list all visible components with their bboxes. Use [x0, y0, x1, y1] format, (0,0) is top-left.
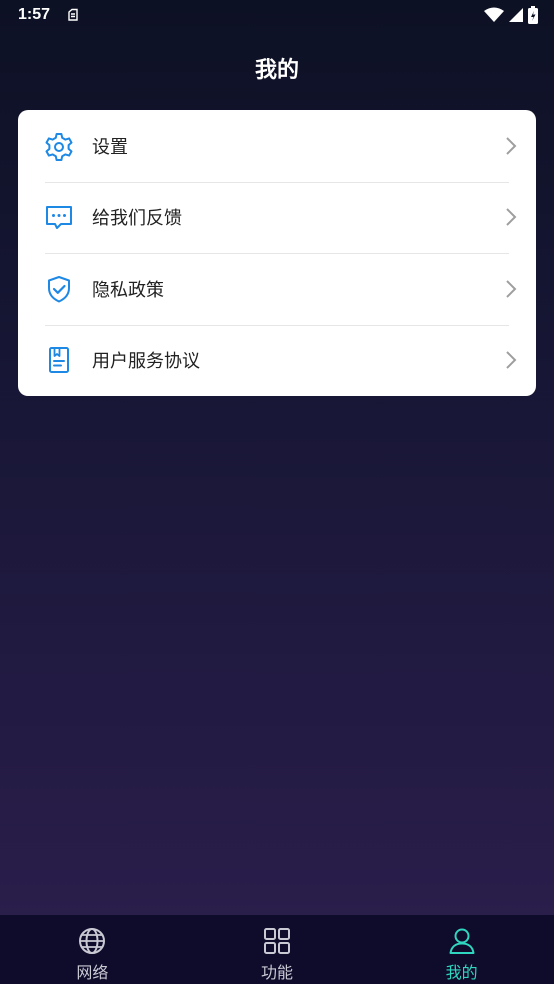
globe-icon — [77, 926, 107, 956]
chevron-right-icon — [504, 350, 518, 370]
status-icons — [484, 6, 538, 28]
menu-item-label: 给我们反馈 — [92, 208, 182, 230]
menu-item-settings[interactable]: 设置 — [18, 110, 536, 182]
tab-features[interactable]: 功能 — [185, 915, 370, 984]
signal-icon — [508, 7, 524, 27]
chevron-right-icon — [504, 136, 518, 156]
feedback-chat-icon — [44, 202, 74, 232]
menu-item-label: 用户服务协议 — [92, 351, 200, 373]
clipboard-icon — [66, 8, 80, 22]
shield-check-icon — [44, 274, 74, 304]
menu-item-label: 设置 — [92, 136, 128, 158]
menu-card: 设置 给我们反馈 隐私政策 用户服务协议 — [18, 110, 536, 396]
wifi-icon — [484, 7, 504, 27]
tab-network[interactable]: 网络 — [0, 915, 185, 984]
status-time: 1:57 — [18, 6, 51, 23]
tab-label: 网络 — [76, 963, 109, 982]
tab-label: 我的 — [445, 963, 478, 982]
battery-icon — [528, 6, 538, 28]
bottom-tab-bar: 网络 功能 我的 — [0, 915, 554, 984]
status-bar: 1:57 — [0, 0, 554, 30]
tab-mine[interactable]: 我的 — [369, 915, 554, 984]
menu-item-user-agreement[interactable]: 用户服务协议 — [18, 324, 536, 397]
tab-label: 功能 — [261, 963, 294, 982]
chevron-right-icon — [504, 207, 518, 227]
gear-icon — [44, 131, 74, 161]
user-icon — [447, 926, 477, 956]
menu-item-feedback[interactable]: 给我们反馈 — [18, 181, 536, 254]
menu-item-privacy-policy[interactable]: 隐私政策 — [18, 253, 536, 325]
menu-item-label: 隐私政策 — [92, 279, 164, 301]
document-icon — [44, 345, 74, 375]
grid-icon — [262, 926, 292, 956]
chevron-right-icon — [504, 279, 518, 299]
page-title: 我的 — [254, 58, 299, 83]
